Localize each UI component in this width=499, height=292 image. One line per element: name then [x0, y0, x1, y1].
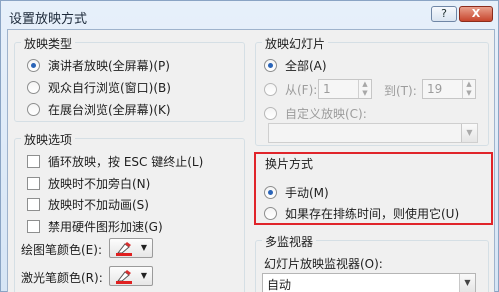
check-no-animation-label: 放映时不加动画(S) [48, 198, 149, 212]
spin-arrows-icon[interactable]: ▲ ▼ [462, 80, 475, 98]
pen-color-button[interactable]: ▼ [109, 238, 153, 258]
radio-all[interactable]: 全部(A) [264, 57, 327, 74]
spin-arrows-icon[interactable]: ▲ ▼ [358, 80, 371, 98]
title-bar[interactable]: 设置放映方式 ? X [1, 1, 499, 31]
from-value: 1 [323, 82, 331, 96]
radio-presenter-label: 演讲者放映(全屏幕)(P) [48, 59, 170, 73]
pen-color-swatch [116, 253, 132, 256]
monitor-label: 幻灯片放映监视器(O): [264, 257, 383, 271]
slides-group: 放映幻灯片 全部(A) 从(F): 1 ▲ ▼ 到(T): 19 ▲ ▼ 自定义放映… [255, 35, 489, 146]
chevron-down-icon[interactable]: ▼ [459, 274, 475, 292]
radio-presenter-button[interactable] [27, 59, 40, 72]
dialog-window: 设置放映方式 ? X 放映类型 演讲者放映(全屏幕)(P) 观众自行浏览(窗口)… [0, 0, 499, 292]
show-type-title: 放映类型 [21, 35, 76, 52]
monitor-value: 自动 [267, 278, 292, 292]
pen-color-label: 绘图笔颜色(E): [21, 243, 102, 257]
to-label: 到(T): [384, 84, 417, 98]
check-no-narration[interactable]: 放映时不加旁白(N) [27, 175, 150, 192]
check-no-narration-label: 放映时不加旁白(N) [48, 177, 151, 191]
radio-custom-label: 自定义放映(C): [285, 107, 367, 121]
radio-kiosk-button[interactable] [27, 103, 40, 116]
check-no-hw-accel-box[interactable] [27, 220, 40, 233]
help-button[interactable]: ? [431, 6, 457, 22]
radio-from-label: 从(F): [285, 83, 318, 97]
radio-window[interactable]: 观众自行浏览(窗口)(B) [27, 79, 171, 96]
radio-kiosk[interactable]: 在展台浏览(全屏幕)(K) [27, 101, 171, 118]
radio-from[interactable]: 从(F): [264, 81, 317, 98]
show-options-title: 放映选项 [21, 131, 76, 148]
check-no-animation-box[interactable] [27, 198, 40, 211]
radio-window-button[interactable] [27, 81, 40, 94]
chevron-down-icon: ▼ [140, 271, 147, 280]
chevron-down-icon[interactable]: ▼ [461, 124, 477, 142]
radio-window-label: 观众自行浏览(窗口)(B) [48, 81, 171, 95]
radio-all-label: 全部(A) [285, 59, 327, 73]
check-loop-label: 循环放映，按 ESC 键终止(L) [48, 155, 204, 169]
radio-presenter[interactable]: 演讲者放映(全屏幕)(P) [27, 57, 170, 74]
dialog-body: 放映类型 演讲者放映(全屏幕)(P) 观众自行浏览(窗口)(B) 在展台浏览(全… [7, 29, 495, 292]
chevron-down-icon: ▼ [140, 243, 147, 252]
radio-kiosk-label: 在展台浏览(全屏幕)(K) [48, 103, 171, 117]
radio-all-button[interactable] [264, 59, 277, 72]
check-no-hw-accel-label: 禁用硬件图形加速(G) [48, 220, 163, 234]
check-loop[interactable]: 循环放映，按 ESC 键终止(L) [27, 153, 203, 170]
radio-custom[interactable]: 自定义放映(C): [264, 105, 367, 122]
check-no-animation[interactable]: 放映时不加动画(S) [27, 196, 149, 213]
to-value: 19 [427, 82, 443, 96]
monitors-title: 多监视器 [262, 233, 317, 250]
highlight-box [254, 152, 493, 225]
to-spinner[interactable]: 19 ▲ ▼ [422, 79, 476, 99]
radio-from-button[interactable] [264, 83, 277, 96]
close-button[interactable]: X [459, 6, 493, 22]
show-options-group: 放映选项 循环放映，按 ESC 键终止(L) 放映时不加旁白(N) 放映时不加动… [14, 131, 245, 292]
check-loop-box[interactable] [27, 155, 40, 168]
check-no-hw-accel[interactable]: 禁用硬件图形加速(G) [27, 218, 163, 235]
laser-color-button[interactable]: ▼ [109, 266, 153, 286]
monitors-group: 多监视器 幻灯片放映监视器(O): 自动 ▼ [255, 233, 489, 292]
slides-title: 放映幻灯片 [262, 35, 329, 52]
custom-show-select[interactable]: ▼ [268, 123, 478, 143]
monitor-select[interactable]: 自动 ▼ [262, 273, 476, 292]
radio-custom-button[interactable] [264, 107, 277, 120]
check-no-narration-box[interactable] [27, 177, 40, 190]
dialog-title: 设置放映方式 [9, 12, 88, 27]
show-type-group: 放映类型 演讲者放映(全屏幕)(P) 观众自行浏览(窗口)(B) 在展台浏览(全… [14, 35, 245, 122]
from-spinner[interactable]: 1 ▲ ▼ [318, 79, 372, 99]
laser-color-label: 激光笔颜色(R): [21, 271, 103, 285]
laser-color-swatch [116, 281, 132, 284]
